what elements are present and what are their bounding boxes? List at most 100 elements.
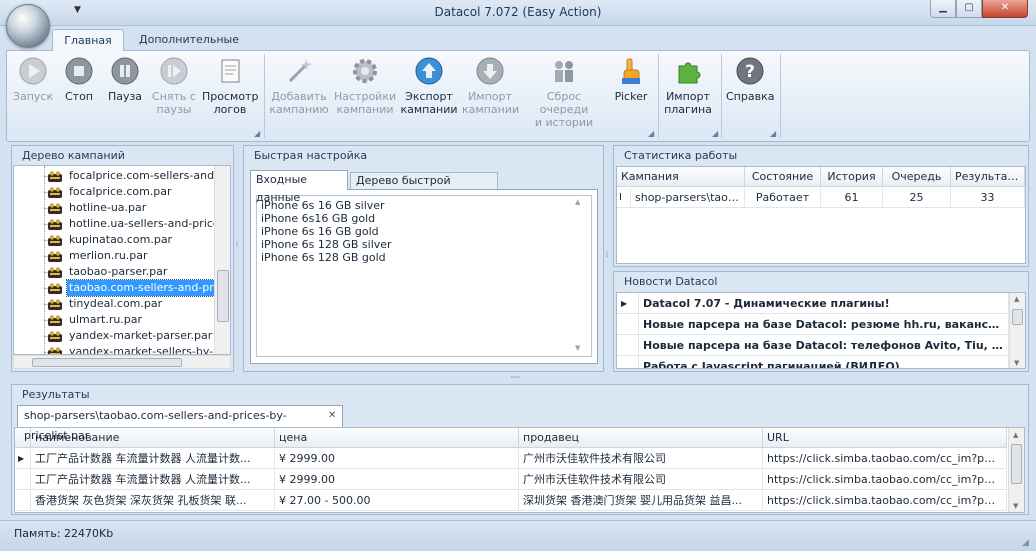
result-name-cell[interactable]: 香港货架 灰色货架 深灰货架 孔板货架 联... xyxy=(31,491,275,511)
tree-scrollbar[interactable] xyxy=(214,166,230,354)
news-scrollbar-thumb[interactable] xyxy=(1012,309,1023,325)
scroll-down-icon[interactable]: ▼ xyxy=(1013,502,1018,510)
input-data-textarea[interactable]: iPhone 6s 16 GB silver iPhone 6s16 GB gol… xyxy=(256,195,592,357)
tree-horizontal-scrollbar[interactable] xyxy=(13,355,231,369)
scroll-up-icon[interactable]: ▲ xyxy=(1013,431,1018,439)
horizontal-splitter-handle[interactable]: ⁃⁃⁃ xyxy=(510,373,520,382)
result-url-cell[interactable]: https://click.simba.taobao.com/cc_im?p=i… xyxy=(763,491,1007,511)
minimize-button[interactable]: ▁ xyxy=(930,0,956,18)
result-price-cell[interactable]: ¥ 27.00 - 500.00 xyxy=(275,491,519,511)
tab-input-data[interactable]: Входные данные xyxy=(250,170,348,204)
results-scrollbar[interactable]: ▲ ▼ xyxy=(1008,428,1024,512)
import-plugin-button[interactable]: Импорт плагина xyxy=(662,56,714,116)
application-orb-button[interactable] xyxy=(6,4,50,48)
ribbon-separator xyxy=(264,54,265,138)
campaign-settings-button[interactable]: Настройки кампании xyxy=(334,56,396,116)
scroll-down-icon[interactable]: ▼ xyxy=(1014,359,1019,367)
tree-item-label: yandex-market-parser.par xyxy=(69,329,213,342)
result-name-cell[interactable]: 工厂产品计数器 车流量计数器 人流量计数... xyxy=(31,449,275,469)
result-seller-cell[interactable]: 广州市沃佳软件技术有限公司 xyxy=(519,470,763,490)
news-item[interactable]: Datacol 7.07 - Динамические плагины! xyxy=(639,293,1009,314)
tree-hscroll-thumb[interactable] xyxy=(32,358,182,367)
results-col-seller[interactable]: продавец xyxy=(519,428,763,448)
view-logs-button[interactable]: Просмотр логов xyxy=(202,56,258,116)
start-button[interactable]: Запуск xyxy=(12,56,54,103)
splitter-handle[interactable]: ⁞ xyxy=(605,250,609,259)
campaign-file-icon xyxy=(48,283,62,294)
unpause-button[interactable]: Снять с паузы xyxy=(148,56,200,116)
tab-additional[interactable]: Дополнительные xyxy=(134,29,244,51)
group-launcher-icon[interactable]: ◢ xyxy=(712,129,718,138)
stop-button[interactable]: Стоп xyxy=(58,56,100,103)
news-item[interactable]: Новые парсера на базе Datacol: телефонов… xyxy=(639,335,1009,356)
tree-item[interactable]: ulmart.ru.par xyxy=(14,312,214,328)
tab-quick-setup-tree[interactable]: Дерево быстрой настройки xyxy=(350,172,498,203)
import-campaign-button[interactable]: Импорт кампании xyxy=(462,56,519,116)
picker-button[interactable]: Picker xyxy=(610,56,652,103)
stats-col-history[interactable]: История xyxy=(821,167,883,187)
news-list: Datacol 7.07 - Динамические плагины! ▶ Нов… xyxy=(616,292,1026,369)
news-title: Новости Datacol xyxy=(624,275,718,288)
tree-item[interactable]: taobao.com-sellers-and-price xyxy=(14,279,230,297)
group-launcher-icon[interactable]: ◢ xyxy=(648,129,654,138)
results-scrollbar-thumb[interactable] xyxy=(1011,444,1022,484)
group-launcher-icon[interactable]: ◢ xyxy=(254,129,260,138)
pause-button[interactable]: Пауза xyxy=(104,56,146,103)
campaign-tree[interactable]: focalprice.com-sellers-and-pr focalprice.… xyxy=(13,165,231,355)
scroll-down-icon[interactable]: ▼ xyxy=(575,344,580,352)
tree-item[interactable]: tinydeal.com.par xyxy=(14,296,214,312)
resize-grip-icon[interactable]: ◢ xyxy=(1022,538,1029,548)
stats-state-cell[interactable]: Работает xyxy=(745,188,821,208)
close-tab-icon[interactable]: ✕ xyxy=(328,406,336,426)
stats-queue-cell[interactable]: 25 xyxy=(883,188,951,208)
tab-main[interactable]: Главная xyxy=(52,29,124,51)
export-campaign-button[interactable]: Экспорт кампании xyxy=(400,56,458,116)
campaign-file-icon xyxy=(48,347,62,354)
tree-item-label: taobao-parser.par xyxy=(69,265,168,278)
tree-item[interactable]: yandex-market-parser.par xyxy=(14,328,214,344)
news-item[interactable]: Работа с Javascript пагинацией (ВИДЕО) xyxy=(639,356,1009,368)
stats-col-campaign[interactable]: Кампания xyxy=(617,167,745,187)
tree-item[interactable]: kupinatao.com.par xyxy=(14,232,214,248)
stats-history-cell[interactable]: 61 xyxy=(821,188,883,208)
stats-campaign-cell[interactable]: shop-parsers\taob... xyxy=(631,188,745,208)
tree-item[interactable]: yandex-market-sellers-by-pr xyxy=(14,344,225,354)
results-tab[interactable]: shop-parsers\taobao.com-sellers-and-pric… xyxy=(17,405,343,442)
help-button[interactable]: ? Справка xyxy=(726,56,774,103)
reset-queue-button[interactable]: Сброс очереди и истории xyxy=(522,56,606,129)
scroll-up-icon[interactable]: ▲ xyxy=(1014,295,1019,303)
news-scrollbar[interactable]: ▲ ▼ xyxy=(1009,293,1025,368)
close-button[interactable]: ✕ xyxy=(982,0,1028,18)
result-price-cell[interactable]: ¥ 2999.00 xyxy=(275,470,519,490)
results-col-price[interactable]: цена xyxy=(275,428,519,448)
stats-col-state[interactable]: Состояние xyxy=(745,167,821,187)
tree-item[interactable]: hotline-ua.par xyxy=(14,200,214,216)
tree-item[interactable]: hotline.ua-sellers-and-prices xyxy=(14,216,225,232)
news-item[interactable]: Новые парсера на базе Datacol: резюме hh… xyxy=(639,314,1009,335)
tree-item[interactable]: merlion.ru.par xyxy=(14,248,214,264)
group-launcher-icon[interactable]: ◢ xyxy=(770,129,776,138)
maximize-button[interactable]: ▢ xyxy=(956,0,982,18)
campaign-file-icon xyxy=(48,219,62,230)
tree-item[interactable]: taobao-parser.par xyxy=(14,264,214,280)
stats-col-results[interactable]: Результаты xyxy=(951,167,1025,187)
tree-item-label: yandex-market-sellers-by-pr xyxy=(69,345,225,355)
stats-results-cell[interactable]: 33 xyxy=(951,188,1025,208)
tree-item[interactable]: focalprice.com-sellers-and-pr xyxy=(14,168,230,184)
splitter-handle[interactable]: ⁞ xyxy=(235,240,239,249)
results-col-url[interactable]: URL xyxy=(763,428,1007,448)
add-campaign-button[interactable]: Добавить кампанию xyxy=(268,56,330,116)
result-url-cell[interactable]: https://click.simba.taobao.com/cc_im?p=i… xyxy=(763,449,1007,469)
quick-setup-title: Быстрая настройка xyxy=(254,149,368,162)
result-seller-cell[interactable]: 深圳货架 香港澳门货架 婴儿用品货架 益昌... xyxy=(519,491,763,511)
stats-col-queue[interactable]: Очередь xyxy=(883,167,951,187)
result-url-cell[interactable]: https://click.simba.taobao.com/cc_im?p=i… xyxy=(763,470,1007,490)
tree-item[interactable]: focalprice.com.par xyxy=(14,184,214,200)
result-seller-cell[interactable]: 广州市沃佳软件技术有限公司 xyxy=(519,449,763,469)
scroll-up-icon[interactable]: ▲ xyxy=(575,198,580,206)
campaign-file-icon xyxy=(48,299,62,310)
result-price-cell[interactable]: ¥ 2999.00 xyxy=(275,449,519,469)
unpause-icon xyxy=(160,57,188,85)
result-name-cell[interactable]: 工厂产品计数器 车流量计数器 人流量计数... xyxy=(31,470,275,490)
tree-scrollbar-thumb[interactable] xyxy=(217,270,229,322)
